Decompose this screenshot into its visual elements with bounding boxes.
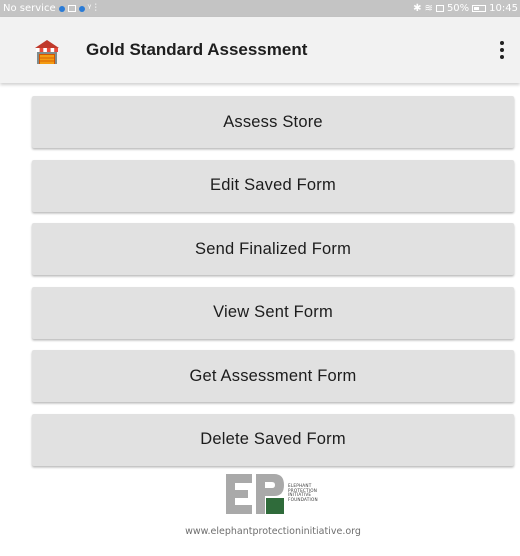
carrier-status: No service [3, 3, 56, 14]
logo-text: ELEPHANT PROTECTION INITIATIVE FOUNDATIO… [288, 483, 318, 502]
delete-saved-form-button[interactable]: Delete Saved Form [32, 413, 514, 466]
sync-icon [78, 5, 85, 12]
wifi-icon: ≋ [424, 3, 433, 14]
menu-dot [500, 55, 504, 59]
menu-dot [500, 41, 504, 45]
action-button-list: Assess Store Edit Saved Form Send Finali… [32, 96, 514, 477]
overflow-menu-icon[interactable] [492, 35, 512, 65]
send-finalized-form-button[interactable]: Send Finalized Form [32, 223, 514, 275]
epi-logo-mark [226, 474, 284, 514]
battery-percent: 50% [446, 3, 470, 14]
nfc-icon [435, 5, 444, 12]
assess-store-button[interactable]: Assess Store [32, 96, 514, 148]
status-bar: No service ᵞ ⫶ ✱ ≋ 50% 10:45 [0, 0, 520, 17]
app-bar: Gold Standard Assessment [0, 17, 520, 83]
status-right: ✱ ≋ 50% 10:45 [413, 0, 518, 17]
usb-icon: ⫶ [94, 3, 97, 14]
get-assessment-form-button[interactable]: Get Assessment Form [32, 350, 514, 402]
app-title: Gold Standard Assessment [86, 40, 308, 59]
view-sent-form-button[interactable]: View Sent Form [32, 286, 514, 339]
bluetooth-icon: ✱ [413, 3, 422, 14]
status-left: No service ᵞ ⫶ [3, 0, 97, 17]
notification-icon [58, 5, 65, 12]
signal-icon: ᵞ [87, 3, 92, 14]
menu-dot [500, 48, 504, 52]
clock: 10:45 [489, 3, 518, 14]
epi-logo: ELEPHANT PROTECTION INITIATIVE FOUNDATIO… [226, 474, 324, 514]
gallery-icon [67, 5, 76, 12]
edit-saved-form-button[interactable]: Edit Saved Form [32, 159, 514, 212]
website-url: www.elephantprotectioninitiative.org [185, 526, 361, 537]
battery-icon [472, 5, 487, 12]
store-icon [35, 40, 59, 64]
